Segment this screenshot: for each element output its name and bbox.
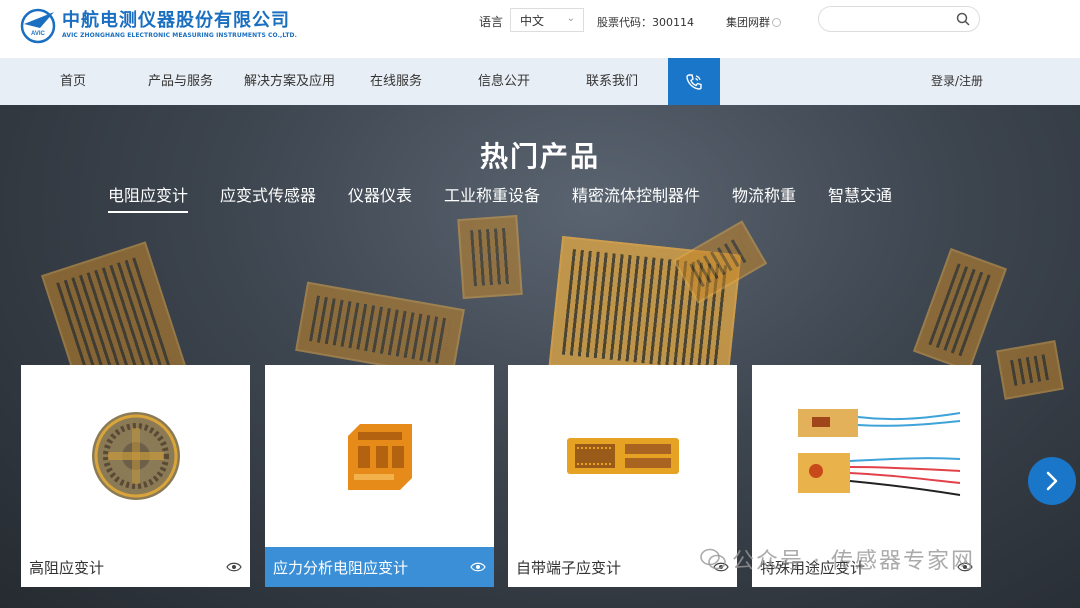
product-card[interactable]: 应力分析电阻应变计 — [265, 365, 494, 587]
logo-english-name: AVIC ZHONGHANG ELECTRONIC MEASURING INST… — [62, 31, 297, 39]
group-network-label: 集团网群 — [726, 16, 770, 29]
product-image — [21, 365, 250, 547]
wechat-icon — [700, 548, 726, 570]
product-card[interactable]: 高阻应变计 — [21, 365, 250, 587]
product-name: 高阻应变计 — [29, 558, 105, 577]
product-card-footer: 应力分析电阻应变计 — [265, 547, 494, 587]
background-gauge-image — [295, 281, 465, 379]
language-value: 中文 — [520, 14, 545, 28]
tab-fluid-control[interactable]: 精密流体控制器件 — [572, 182, 700, 211]
eye-icon[interactable] — [226, 562, 242, 572]
hot-products-section: 热门产品 电阻应变计 应变式传感器 仪器仪表 工业称重设备 精密流体控制器件 物… — [0, 105, 1080, 608]
login-register-link[interactable]: 登录/注册 — [931, 58, 983, 105]
search-icon[interactable] — [956, 12, 970, 26]
circle-icon — [772, 17, 781, 27]
tab-industrial-weighing[interactable]: 工业称重设备 — [444, 182, 540, 211]
section-title: 热门产品 — [479, 140, 600, 173]
avic-logo-icon: AVIC — [20, 8, 56, 44]
background-gauge-image — [996, 340, 1064, 400]
stock-code: 股票代码：300114 — [597, 16, 694, 29]
tab-resistance-strain-gauge[interactable]: 电阻应变计 — [108, 182, 189, 213]
special-strain-gauge-icon — [797, 409, 960, 496]
product-category-tabs: 电阻应变计 应变式传感器 仪器仪表 工业称重设备 精密流体控制器件 物流称重 智… — [0, 182, 1080, 213]
product-name: 应力分析电阻应变计 — [273, 558, 409, 577]
terminal-strain-gauge-icon — [566, 438, 679, 474]
watermark-text: 公众号 · 传感器专家网 — [732, 549, 975, 574]
main-nav: 首页 产品与服务 解决方案及应用 在线服务 信息公开 联系我们 登录/注册 — [0, 58, 1080, 105]
language-select[interactable]: 中文 ⌄ — [510, 8, 584, 32]
tab-logistics-weighing[interactable]: 物流称重 — [732, 182, 796, 211]
nav-item-online-service[interactable]: 在线服务 — [370, 58, 422, 105]
nav-item-disclosure[interactable]: 信息公开 — [478, 58, 530, 105]
nav-item-home[interactable]: 首页 — [60, 58, 86, 105]
circular-strain-gauge-icon — [91, 412, 180, 500]
product-image — [265, 365, 494, 547]
search-input[interactable] — [818, 6, 980, 32]
nav-item-contact[interactable]: 联系我们 — [586, 58, 638, 105]
product-name: 自带端子应变计 — [516, 558, 622, 577]
logo-chinese-name: 中航电测仪器股份有限公司 — [62, 9, 290, 31]
product-image — [752, 365, 981, 547]
tab-strain-sensor[interactable]: 应变式传感器 — [220, 182, 316, 211]
tab-instruments[interactable]: 仪器仪表 — [348, 182, 412, 211]
nav-item-solutions[interactable]: 解决方案及应用 — [244, 58, 335, 105]
stress-strain-gauge-icon — [347, 424, 412, 490]
chevron-down-icon: ⌄ — [566, 13, 575, 24]
tab-smart-traffic[interactable]: 智慧交通 — [828, 182, 892, 211]
top-bar: AVIC 中航电测仪器股份有限公司 AVIC ZHONGHANG ELECTRO… — [0, 0, 1080, 58]
carousel-next-button[interactable] — [1028, 457, 1076, 505]
background-gauge-image — [457, 215, 523, 299]
language-label: 语言 — [479, 15, 504, 29]
wechat-watermark: 公众号 · 传感器专家网 — [700, 543, 975, 575]
phone-button[interactable] — [668, 58, 720, 105]
product-card-footer: 高阻应变计 — [21, 547, 250, 587]
company-logo[interactable]: AVIC 中航电测仪器股份有限公司 AVIC ZHONGHANG ELECTRO… — [18, 4, 297, 44]
background-gauge-image — [912, 248, 1008, 372]
logo-badge-text: AVIC — [31, 31, 46, 37]
product-image — [508, 365, 737, 547]
chevron-right-icon — [1046, 471, 1058, 491]
phone-icon — [686, 73, 702, 90]
nav-item-products[interactable]: 产品与服务 — [148, 58, 213, 105]
group-network-link[interactable]: 集团网群 — [726, 14, 781, 30]
eye-icon[interactable] — [470, 562, 486, 572]
